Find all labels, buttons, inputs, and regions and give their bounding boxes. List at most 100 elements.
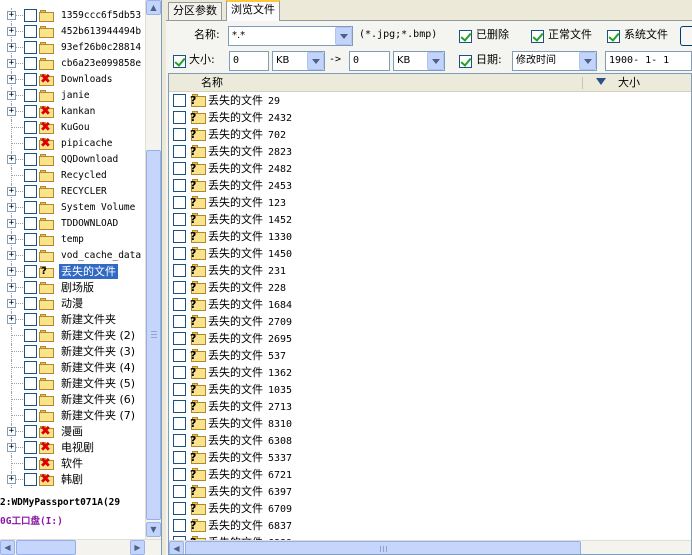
tree-item-checkbox[interactable] <box>24 217 37 230</box>
list-hscroll-thumb[interactable] <box>185 541 581 554</box>
expand-toggle-icon[interactable]: + <box>7 475 16 484</box>
file-checkbox[interactable] <box>173 451 186 464</box>
list-item[interactable]: ? 丢失的文件 2432 <box>169 109 691 126</box>
list-item[interactable]: ? 丢失的文件 8310 <box>169 415 691 432</box>
expand-toggle-icon[interactable]: + <box>7 315 16 324</box>
list-item[interactable]: ? 丢失的文件 1330 <box>169 228 691 245</box>
column-header-size[interactable]: 大小 <box>618 74 640 91</box>
tree-item[interactable]: + ✖ Downloads <box>0 72 146 88</box>
tree-horizontal-scrollbar[interactable]: ◀ ▶ <box>0 539 161 555</box>
tree-item-checkbox[interactable] <box>24 201 37 214</box>
file-checkbox[interactable] <box>173 145 186 158</box>
list-item[interactable]: ? 丢失的文件 702 <box>169 126 691 143</box>
tree-item-checkbox[interactable] <box>24 281 37 294</box>
expand-toggle-icon[interactable]: + <box>7 203 16 212</box>
tree-item-checkbox[interactable] <box>24 25 37 38</box>
size-to-input[interactable]: 0 <box>349 51 390 71</box>
tree-item-checkbox[interactable] <box>24 233 37 246</box>
tree-item[interactable]: ✖ 软件 <box>0 456 146 472</box>
tree-item[interactable]: + 新建文件夹 <box>0 312 146 328</box>
size-to-unit-select[interactable]: KB <box>393 51 445 71</box>
expand-toggle-icon[interactable]: + <box>7 267 16 276</box>
scroll-right-icon[interactable]: ▶ <box>130 540 145 555</box>
tree-item[interactable]: +93ef26b0c28814 <box>0 40 146 56</box>
list-item[interactable]: ? 丢失的文件 6721 <box>169 466 691 483</box>
file-checkbox[interactable] <box>173 230 186 243</box>
expand-toggle-icon[interactable]: + <box>7 187 16 196</box>
file-checkbox[interactable] <box>173 247 186 260</box>
list-horizontal-scrollbar[interactable]: ◀ <box>169 540 691 554</box>
tree-item[interactable]: + cb6a23e099858e <box>0 56 146 72</box>
tree-item[interactable]: ✖ KuGou <box>0 120 146 136</box>
date-picker[interactable]: 1900- 1- 1 <box>605 51 692 71</box>
tree-item[interactable]: + ✖ 韩剧 <box>0 472 146 488</box>
chevron-down-icon[interactable] <box>427 52 444 70</box>
tree-item-checkbox[interactable] <box>24 361 37 374</box>
tree-item[interactable]: + 动漫 <box>0 296 146 312</box>
tree-item-checkbox[interactable] <box>24 409 37 422</box>
system-files-checkbox[interactable] <box>607 30 620 43</box>
tree-item[interactable]: +? 丢失的文件 <box>0 264 146 280</box>
list-item[interactable]: ? 丢失的文件 2453 <box>169 177 691 194</box>
column-header-name[interactable]: 名称 <box>201 74 223 91</box>
list-item[interactable]: ? 丢失的文件 1452 <box>169 211 691 228</box>
expand-toggle-icon[interactable]: + <box>7 107 16 116</box>
tree-item[interactable]: 新建文件夹 (5) <box>0 376 146 392</box>
list-item[interactable]: ? 丢失的文件 5337 <box>169 449 691 466</box>
tree-drive-i[interactable]: 0G工口盘(I:) <box>0 513 63 527</box>
file-checkbox[interactable] <box>173 298 186 311</box>
list-item[interactable]: ? 丢失的文件 2709 <box>169 313 691 330</box>
tree-item-checkbox[interactable] <box>24 329 37 342</box>
expand-toggle-icon[interactable]: + <box>7 91 16 100</box>
tree-item-checkbox[interactable] <box>24 137 37 150</box>
deleted-checkbox[interactable] <box>459 30 472 43</box>
list-item[interactable]: ? 丢失的文件 1684 <box>169 296 691 313</box>
chevron-down-icon[interactable] <box>579 52 596 70</box>
normal-files-checkbox[interactable] <box>531 30 544 43</box>
tree-item-checkbox[interactable] <box>24 153 37 166</box>
expand-toggle-icon[interactable]: + <box>7 299 16 308</box>
list-item[interactable]: ? 丢失的文件 1450 <box>169 245 691 262</box>
file-checkbox[interactable] <box>173 417 186 430</box>
tree-item-checkbox[interactable] <box>24 41 37 54</box>
tree-item-checkbox[interactable] <box>24 105 37 118</box>
tree-item[interactable]: + System Volume <box>0 200 146 216</box>
list-item[interactable]: ? 丢失的文件 2482 <box>169 160 691 177</box>
list-item[interactable]: ? 丢失的文件 123 <box>169 194 691 211</box>
tree-item[interactable]: + 剧场版 <box>0 280 146 296</box>
file-checkbox[interactable] <box>173 332 186 345</box>
chevron-down-icon[interactable] <box>335 27 352 45</box>
file-checkbox[interactable] <box>173 366 186 379</box>
scroll-left-icon[interactable]: ◀ <box>0 540 15 555</box>
file-checkbox[interactable] <box>173 434 186 447</box>
file-checkbox[interactable] <box>173 179 186 192</box>
expand-toggle-icon[interactable]: + <box>7 235 16 244</box>
name-filter-combo[interactable]: *.* <box>228 26 353 46</box>
file-checkbox[interactable] <box>173 213 186 226</box>
tree-item[interactable]: + QQDownload <box>0 152 146 168</box>
list-item[interactable]: ? 丢失的文件 2713 <box>169 398 691 415</box>
list-item[interactable]: ? 丢失的文件 228 <box>169 279 691 296</box>
file-checkbox[interactable] <box>173 315 186 328</box>
tree-item-checkbox[interactable] <box>24 441 37 454</box>
file-checkbox[interactable] <box>173 196 186 209</box>
tree-item-checkbox[interactable] <box>24 425 37 438</box>
tab-partition-params[interactable]: 分区参数 <box>168 2 222 20</box>
file-checkbox[interactable] <box>173 502 186 515</box>
tree-item[interactable]: +1359ccc6f5db53 <box>0 8 146 24</box>
tree-item-checkbox[interactable] <box>24 377 37 390</box>
expand-toggle-icon[interactable]: + <box>7 427 16 436</box>
expand-toggle-icon[interactable]: + <box>7 443 16 452</box>
tree-item[interactable]: + TDDOWNLOAD <box>0 216 146 232</box>
file-checkbox[interactable] <box>173 128 186 141</box>
scroll-left-icon[interactable]: ◀ <box>169 541 184 554</box>
tree-item-checkbox[interactable] <box>24 185 37 198</box>
file-checkbox[interactable] <box>173 94 186 107</box>
list-item[interactable]: ? 丢失的文件 231 <box>169 262 691 279</box>
expand-toggle-icon[interactable]: + <box>7 283 16 292</box>
list-item[interactable]: ? 丢失的文件 6709 <box>169 500 691 517</box>
file-checkbox[interactable] <box>173 400 186 413</box>
tree-item-checkbox[interactable] <box>24 457 37 470</box>
file-checkbox[interactable] <box>173 485 186 498</box>
file-checkbox[interactable] <box>173 111 186 124</box>
